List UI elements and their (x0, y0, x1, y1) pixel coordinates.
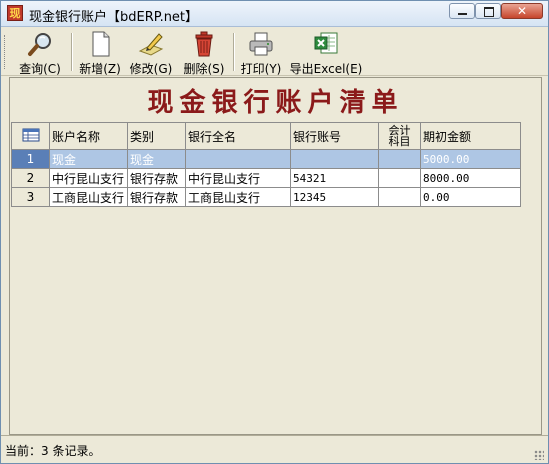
app-icon: 现 (7, 5, 23, 21)
row-index[interactable]: 3 (11, 187, 50, 207)
cell-account[interactable] (290, 149, 379, 169)
search-label: 查询(C) (19, 62, 61, 76)
close-button[interactable]: ✕ (501, 3, 543, 19)
main-window: 现 现金银行账户【bdERP.net】 ✕ 查询(C) 新增(Z) 修改(G) (0, 0, 549, 464)
column-header-subject-line2: 科目 (388, 135, 411, 148)
maximize-button[interactable] (475, 3, 501, 19)
export-excel-label: 导出Excel(E) (289, 62, 363, 76)
cell-account[interactable]: 54321 (290, 168, 379, 188)
table-header-row: 账户名称 类别 银行全名 银行账号 会计 科目 期初金额 (11, 122, 521, 150)
print-label: 打印(Y) (240, 62, 282, 76)
status-bar: 当前：3 条记录。 (1, 435, 548, 463)
cell-name[interactable]: 工商昆山支行 (49, 187, 128, 207)
cell-name[interactable]: 中行昆山支行 (49, 168, 128, 188)
cell-account[interactable]: 12345 (290, 187, 379, 207)
content-panel: 现金银行账户清单 账户名称 类别 银行全名 银行账号 会计 科目 期初金额 1 … (9, 77, 542, 435)
search-icon (26, 31, 54, 57)
accounts-table: 账户名称 类别 银行全名 银行账号 会计 科目 期初金额 1 现金 现金 5000… (11, 122, 521, 207)
cell-opening[interactable]: 0.00 (420, 187, 521, 207)
table-row[interactable]: 1 现金 现金 5000.00 (11, 149, 521, 169)
delete-button[interactable]: 删除(S) (179, 31, 229, 76)
edit-icon (137, 31, 165, 57)
window-title: 现金银行账户【bdERP.net】 (29, 10, 199, 25)
column-header-opening[interactable]: 期初金额 (420, 122, 521, 150)
new-document-icon (86, 31, 114, 57)
print-button[interactable]: 打印(Y) (238, 31, 284, 76)
cell-opening[interactable]: 8000.00 (420, 168, 521, 188)
excel-icon (312, 31, 340, 57)
cell-bank[interactable]: 工商昆山支行 (185, 187, 291, 207)
record-count-status: 当前：3 条记录。 (5, 444, 101, 458)
row-index[interactable]: 1 (11, 149, 50, 169)
minimize-button[interactable] (449, 3, 475, 19)
grid-icon (22, 128, 39, 141)
edit-button[interactable]: 修改(G) (128, 31, 174, 76)
row-index[interactable]: 2 (11, 168, 50, 188)
column-header-type[interactable]: 类别 (127, 122, 186, 150)
cell-subject[interactable] (378, 168, 421, 188)
cell-subject[interactable] (378, 187, 421, 207)
search-button[interactable]: 查询(C) (13, 31, 67, 76)
toolbar-separator (233, 33, 235, 71)
page-title: 现金银行账户清单 (147, 88, 404, 118)
cell-type[interactable]: 现金 (127, 149, 186, 169)
resize-grip-icon[interactable] (534, 450, 544, 460)
column-header-bank[interactable]: 银行全名 (185, 122, 291, 150)
cell-type[interactable]: 银行存款 (127, 187, 186, 207)
delete-icon (190, 31, 218, 57)
column-header-name[interactable]: 账户名称 (49, 122, 128, 150)
select-all-header[interactable] (11, 122, 50, 150)
new-button[interactable]: 新增(Z) (77, 31, 123, 76)
delete-label: 删除(S) (183, 62, 225, 76)
toolbar: 查询(C) 新增(Z) 修改(G) 删除(S) 打印(Y) 导出Excel(E) (1, 27, 548, 76)
table-row[interactable]: 3 工商昆山支行 银行存款 工商昆山支行 12345 0.00 (11, 187, 521, 207)
cell-opening[interactable]: 5000.00 (420, 149, 521, 169)
title-bar[interactable]: 现 现金银行账户【bdERP.net】 ✕ (1, 1, 548, 27)
export-excel-button[interactable]: 导出Excel(E) (289, 31, 363, 76)
table-row[interactable]: 2 中行昆山支行 银行存款 中行昆山支行 54321 8000.00 (11, 168, 521, 188)
cell-bank[interactable]: 中行昆山支行 (185, 168, 291, 188)
cell-name[interactable]: 现金 (49, 149, 128, 169)
toolbar-separator (71, 33, 73, 71)
new-label: 新增(Z) (79, 62, 121, 76)
column-header-account[interactable]: 银行账号 (290, 122, 379, 150)
toolbar-grip[interactable] (4, 35, 8, 69)
cell-bank[interactable] (185, 149, 291, 169)
printer-icon (247, 31, 275, 57)
minimize-icon (458, 13, 467, 15)
cell-type[interactable]: 银行存款 (127, 168, 186, 188)
close-icon: ✕ (516, 4, 528, 18)
cell-subject[interactable] (378, 149, 421, 169)
edit-label: 修改(G) (129, 62, 173, 76)
column-header-subject[interactable]: 会计 科目 (378, 122, 421, 150)
maximize-icon (484, 7, 494, 17)
